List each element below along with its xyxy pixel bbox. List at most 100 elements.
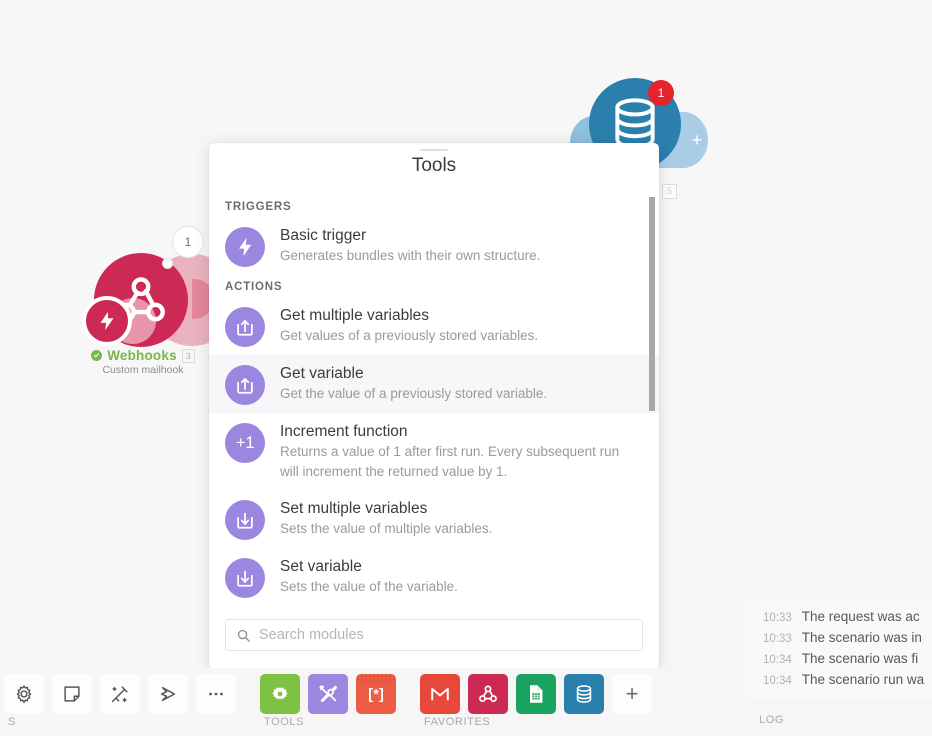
flow-icon[interactable] [148,674,188,714]
note-icon-glyph [64,686,80,702]
node-webhooks-sublabel: Custom mailhook [102,364,184,376]
module-text: Set variable Sets the value of the varia… [280,556,458,597]
toolbar-group-left: S [0,668,240,728]
module-icon [225,227,265,267]
log-row-partial [773,600,777,615]
log-row[interactable]: 10:33 The scenario was in [745,627,932,648]
log-row[interactable]: 10:34 The scenario run wa [745,669,932,690]
note-icon[interactable] [52,674,92,714]
database-icon[interactable] [564,674,604,714]
gmail-icon-glyph [431,687,449,701]
module-name: Get multiple variables [280,307,430,324]
tools-icon-glyph [319,685,338,703]
download-box-icon [237,512,253,529]
plus-one-icon: +1 [235,433,255,452]
module-icon [225,500,265,540]
module-item-set-variable[interactable]: Set variable Sets the value of the varia… [209,548,659,601]
module-item-get-multiple-variables[interactable]: Get multiple variables Get values of a p… [209,297,659,355]
module-text: Set multiple variables Sets the value of… [280,498,492,539]
upload-box-icon [237,377,253,394]
log-caption: LOG [759,714,785,726]
search-box[interactable] [225,619,643,651]
log-message: The request was ac [801,609,920,624]
search-input[interactable] [259,627,632,643]
flow-icon-glyph [160,686,176,702]
node-webhooks-label-row: Webhooks 3 [58,348,228,363]
module-description: Get the value of a previously stored var… [280,386,548,401]
add-module-button[interactable]: + [612,674,652,714]
database-icon-glyph [576,685,592,703]
search-modules-container [209,607,659,669]
log-time: 10:33 [763,612,792,624]
toolbar-group-favorites: + FAVORITES [416,668,656,728]
module-name: Basic trigger [280,227,367,244]
gmail-icon[interactable] [420,674,460,714]
module-item-set-multiple-variables[interactable]: Set multiple variables Sets the value of… [209,490,659,548]
lightning-bolt-icon [239,237,252,257]
module-name: Set variable [280,558,362,575]
module-description: Sets the value of multiple variables. [280,521,493,536]
tools-caption: TOOLS [264,716,305,728]
scrollbar-thumb[interactable] [649,197,655,411]
module-description: Sets the value of the variable. [280,579,458,594]
lightning-bolt-icon [100,311,114,331]
toolbar-group-tools: [*] TOOLS [256,668,400,728]
module-item-get-variable[interactable]: Get variable Get the value of a previous… [209,355,659,413]
tools-icon[interactable] [308,674,348,714]
status-ok-icon [91,350,103,361]
tools-icons: [*] [256,668,400,714]
log-panel[interactable]: 10:33 The request was ac 10:33 The scena… [745,590,932,736]
log-list: 10:33 The request was ac 10:33 The scena… [745,600,932,698]
section-label-triggers: TRIGGERS [225,201,292,213]
more-icon[interactable] [196,674,236,714]
popover-drag-handle[interactable] [420,149,448,151]
module-text: Basic trigger Generates bundles with the… [280,225,540,266]
module-name: Get variable [280,365,364,382]
module-description: Returns a value of 1 after first run. Ev… [280,444,620,479]
module-item-increment-function[interactable]: +1 Increment function Returns a value of… [209,413,659,490]
section-label-actions: ACTIONS [225,281,283,293]
log-message: The scenario was fi [801,651,919,666]
node-webhooks-name: Webhooks [107,348,177,363]
array-tools-label: [*] [368,685,384,703]
node-webhooks-bubble-tail [162,258,173,269]
gear-icon-glyph [16,684,32,704]
module-description: Get values of a previously stored variab… [280,328,539,343]
google-sheets-icon-glyph [530,685,543,703]
module-text: Get variable Get the value of a previous… [280,363,547,404]
module-icon [225,558,265,598]
download-box-icon [237,570,253,587]
module-name: Set multiple variables [280,500,428,517]
magic-wand-icon-glyph [111,686,128,703]
magic-wand-icon[interactable] [100,674,140,714]
add-module-label: + [625,681,639,706]
log-time: 10:33 [763,633,792,645]
flow-control-gear-icon[interactable] [260,674,300,714]
node-webhooks-badge: 3 [181,348,195,363]
module-text: Get multiple variables Get values of a p… [280,305,538,346]
module-text: Increment function Returns a value of 1 … [280,421,640,482]
search-icon [237,629,250,642]
more-icon-glyph [209,692,223,696]
webhook-icon[interactable] [468,674,508,714]
flow-control-gear-glyph [272,686,288,700]
module-list[interactable]: TRIGGERS Basic trigger Generates bundles… [209,195,659,601]
node-webhooks-instant-badge [82,296,132,346]
module-list-scrollbar[interactable] [649,197,657,559]
array-tools-icon[interactable]: [*] [356,674,396,714]
gear-icon[interactable] [4,674,44,714]
module-item-basic-trigger[interactable]: Basic trigger Generates bundles with the… [209,217,659,275]
google-sheets-icon[interactable] [516,674,556,714]
log-row[interactable]: 10:34 The scenario was fi [745,648,932,669]
node-webhooks-bundle-count: 1 [172,226,204,258]
toolbar-left-caption: S [8,716,16,728]
node-database-side-badge: 5 [662,184,677,199]
module-icon: +1 [225,423,265,463]
module-icon [225,307,265,347]
add-module-glyph: + [691,129,703,150]
tools-popover[interactable]: Tools TRIGGERS Basic trigger Generates b… [209,143,659,669]
log-time: 10:34 [763,654,792,666]
log-time: 10:34 [763,675,792,687]
upload-box-icon [237,319,253,336]
module-name: Increment function [280,423,408,440]
